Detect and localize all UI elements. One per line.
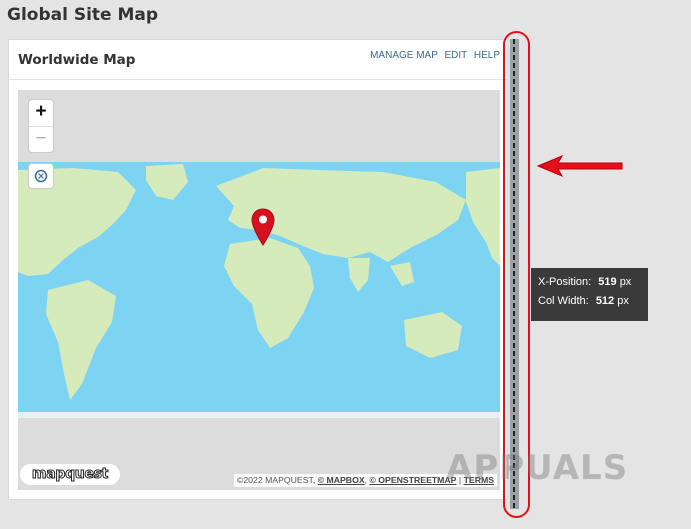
zoom-out-button[interactable]: − [29,126,53,152]
attribution-copyright: ©2022 MAPQUEST, [236,475,316,485]
world-map-tiles [18,162,500,418]
world-map[interactable]: + − mapquest ©2022 MAPQUEST, © MAPBOX, ©… [18,90,500,490]
worldwide-map-panel: Worldwide Map MANAGE MAP EDIT HELP + − m… [8,39,508,500]
col-width-unit: px [617,295,629,307]
recenter-icon [34,169,48,183]
edit-link[interactable]: EDIT [444,50,467,61]
highlight-annotation [503,31,530,518]
mapquest-logo-text: mapquest [31,466,109,483]
openstreetmap-link[interactable]: © OPENSTREETMAP [369,475,456,485]
panel-title: Worldwide Map [18,52,136,68]
column-position-tooltip: X-Position: 519 px Col Width: 512 px [531,268,648,321]
red-arrow-left-icon [536,154,623,178]
col-width-label: Col Width: [538,295,589,307]
col-width-value: 512 [595,295,615,307]
watermark: APPUALS [446,448,629,488]
x-position-unit: px [619,276,632,288]
location-pin-icon[interactable] [251,208,275,246]
col-width-row: Col Width: 512 px [538,295,641,314]
panel-actions: MANAGE MAP EDIT HELP [366,50,500,61]
mapquest-logo: mapquest [20,464,120,485]
manage-map-link[interactable]: MANAGE MAP [370,50,438,61]
page-title: Global Site Map [7,5,159,25]
mapbox-link[interactable]: © MAPBOX [318,475,365,485]
x-position-value: 519 [598,276,617,288]
recenter-button[interactable] [28,163,54,189]
zoom-in-button[interactable]: + [29,100,53,126]
help-link[interactable]: HELP [474,50,500,61]
x-position-label: X-Position: [538,276,592,288]
x-position-row: X-Position: 519 px [538,276,641,295]
panel-header: Worldwide Map MANAGE MAP EDIT HELP [9,40,507,80]
zoom-control: + − [28,99,54,153]
